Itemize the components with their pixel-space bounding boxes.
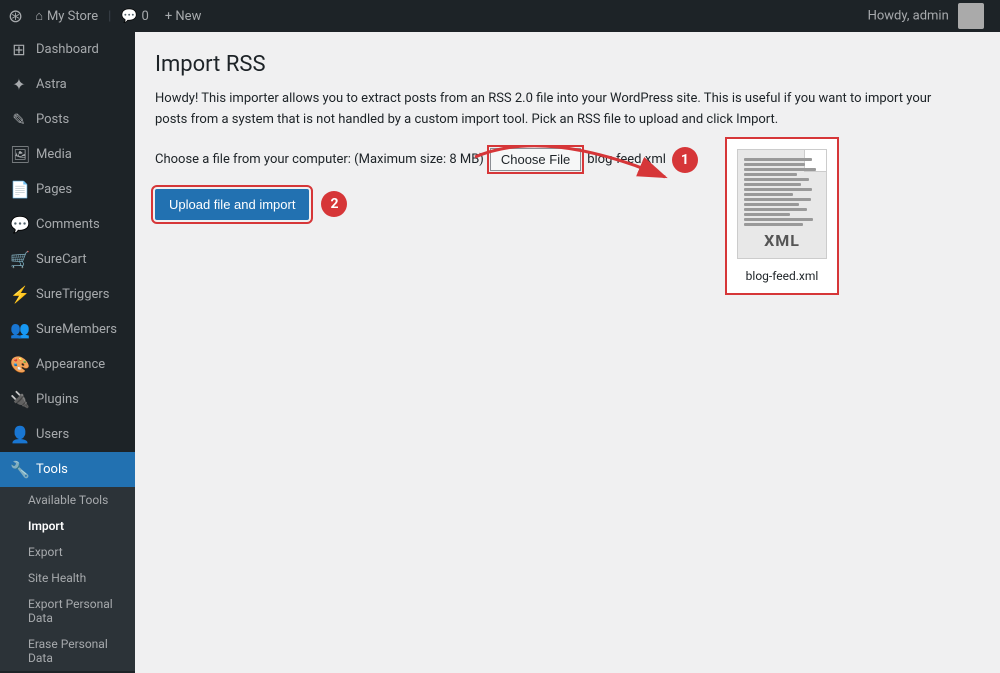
site-name-label: My Store xyxy=(47,9,98,24)
sidebar-item-posts[interactable]: ✎ Posts xyxy=(0,102,135,137)
astra-icon: ✦ xyxy=(10,75,28,94)
sidebar-label-posts: Posts xyxy=(36,112,69,127)
sidebar-label-suretriggers: SureTriggers xyxy=(36,287,110,302)
sidebar-label-media: Media xyxy=(36,147,72,162)
media-icon: 🖼 xyxy=(10,145,28,164)
appearance-icon: 🎨 xyxy=(10,355,28,374)
sidebar-item-surecart[interactable]: 🛒 SureCart xyxy=(0,242,135,277)
sidebar: ⊞ Dashboard ✦ Astra ✎ Posts 🖼 Media 📄 Pa… xyxy=(0,32,135,673)
submenu-import[interactable]: Import xyxy=(0,513,135,539)
submenu-site-health[interactable]: Site Health xyxy=(0,565,135,591)
avatar xyxy=(958,3,984,29)
upload-file-button[interactable]: Upload file and import xyxy=(155,189,309,220)
sidebar-label-tools: Tools xyxy=(36,462,68,477)
xml-icon-body: XML xyxy=(737,149,827,259)
sidebar-item-pages[interactable]: 📄 Pages xyxy=(0,172,135,207)
home-icon: ⌂ xyxy=(35,8,43,24)
layout: ⊞ Dashboard ✦ Astra ✎ Posts 🖼 Media 📄 Pa… xyxy=(0,32,1000,673)
xml-file-icon: XML xyxy=(737,149,827,259)
new-label: + New xyxy=(165,9,202,24)
sidebar-label-plugins: Plugins xyxy=(36,392,79,407)
sidebar-item-users[interactable]: 👤 Users xyxy=(0,417,135,452)
sidebar-item-appearance[interactable]: 🎨 Appearance xyxy=(0,347,135,382)
submenu-export[interactable]: Export xyxy=(0,539,135,565)
topbar-separator: | xyxy=(108,9,111,24)
suremembers-icon: 👥 xyxy=(10,320,28,339)
new-content-link[interactable]: + New xyxy=(157,9,210,24)
sidebar-label-astra: Astra xyxy=(36,77,67,92)
sidebar-item-media[interactable]: 🖼 Media xyxy=(0,137,135,172)
step-1-badge: 1 xyxy=(672,147,698,173)
sidebar-item-dashboard[interactable]: ⊞ Dashboard xyxy=(0,32,135,67)
main-content: Import RSS Howdy! This importer allows y… xyxy=(135,32,1000,673)
tools-submenu: Available Tools Import Export Site Healt… xyxy=(0,487,135,671)
sidebar-label-dashboard: Dashboard xyxy=(36,42,99,57)
submenu-export-label: Export xyxy=(28,545,63,559)
submenu-erase-personal-data-label: Erase Personal Data xyxy=(28,637,108,665)
topbar: ⊛ ⌂ My Store | 💬 0 + New Howdy, admin xyxy=(0,0,1000,32)
xml-type-label: XML xyxy=(738,231,826,250)
choose-file-button[interactable]: Choose File xyxy=(490,148,581,171)
comment-icon: 💬 xyxy=(121,9,137,24)
submenu-import-label: Import xyxy=(28,519,64,533)
comments-link[interactable]: 💬 0 xyxy=(113,9,157,24)
submenu-erase-personal-data[interactable]: Erase Personal Data xyxy=(0,631,135,671)
submenu-export-personal-data[interactable]: Export Personal Data xyxy=(0,591,135,631)
step-2-badge: 2 xyxy=(321,191,347,217)
xml-filename-label: blog-feed.xml xyxy=(746,269,819,283)
sidebar-item-suremembers[interactable]: 👥 SureMembers xyxy=(0,312,135,347)
file-instruction-label: Choose a file from your computer: (Maxim… xyxy=(155,152,484,167)
sidebar-item-astra[interactable]: ✦ Astra xyxy=(0,67,135,102)
page-description: Howdy! This importer allows you to extra… xyxy=(155,89,955,131)
page-title: Import RSS xyxy=(155,52,980,77)
sidebar-label-appearance: Appearance xyxy=(36,357,105,372)
sidebar-label-suremembers: SureMembers xyxy=(36,322,117,337)
sidebar-item-suretriggers[interactable]: ⚡ SureTriggers xyxy=(0,277,135,312)
surecart-icon: 🛒 xyxy=(10,250,28,269)
plugins-icon: 🔌 xyxy=(10,390,28,409)
interactive-area: Choose a file from your computer: (Maxim… xyxy=(155,147,980,260)
sidebar-item-comments[interactable]: 💬 Comments xyxy=(0,207,135,242)
users-icon: 👤 xyxy=(10,425,28,444)
sidebar-item-plugins[interactable]: 🔌 Plugins xyxy=(0,382,135,417)
sidebar-label-comments: Comments xyxy=(36,217,100,232)
comments-count: 0 xyxy=(142,9,149,24)
upload-button-row: Upload file and import 2 xyxy=(155,189,980,220)
tools-icon: 🔧 xyxy=(10,460,28,479)
xml-preview-container: XML blog-feed.xml xyxy=(725,137,839,295)
comments-icon: 💬 xyxy=(10,215,28,234)
dashboard-icon: ⊞ xyxy=(10,40,28,59)
submenu-available-tools[interactable]: Available Tools xyxy=(0,487,135,513)
wp-logo-icon: ⊛ xyxy=(8,6,23,27)
file-chooser-row: Choose a file from your computer: (Maxim… xyxy=(155,147,980,173)
pages-icon: 📄 xyxy=(10,180,28,199)
xml-file-box: XML blog-feed.xml xyxy=(725,137,839,295)
howdy-label: Howdy, admin xyxy=(868,8,949,23)
submenu-site-health-label: Site Health xyxy=(28,571,86,585)
sidebar-label-users: Users xyxy=(36,427,69,442)
site-name-link[interactable]: ⌂ My Store xyxy=(27,8,106,24)
user-info: Howdy, admin xyxy=(860,3,992,29)
submenu-available-tools-label: Available Tools xyxy=(28,493,108,507)
sidebar-label-surecart: SureCart xyxy=(36,252,87,267)
submenu-export-personal-data-label: Export Personal Data xyxy=(28,597,113,625)
posts-icon: ✎ xyxy=(10,110,28,129)
sidebar-label-pages: Pages xyxy=(36,182,72,197)
sidebar-item-tools[interactable]: 🔧 Tools xyxy=(0,452,135,487)
suretriggers-icon: ⚡ xyxy=(10,285,28,304)
selected-filename: blog-feed.xml xyxy=(587,152,666,167)
xml-icon-lines xyxy=(744,158,820,228)
